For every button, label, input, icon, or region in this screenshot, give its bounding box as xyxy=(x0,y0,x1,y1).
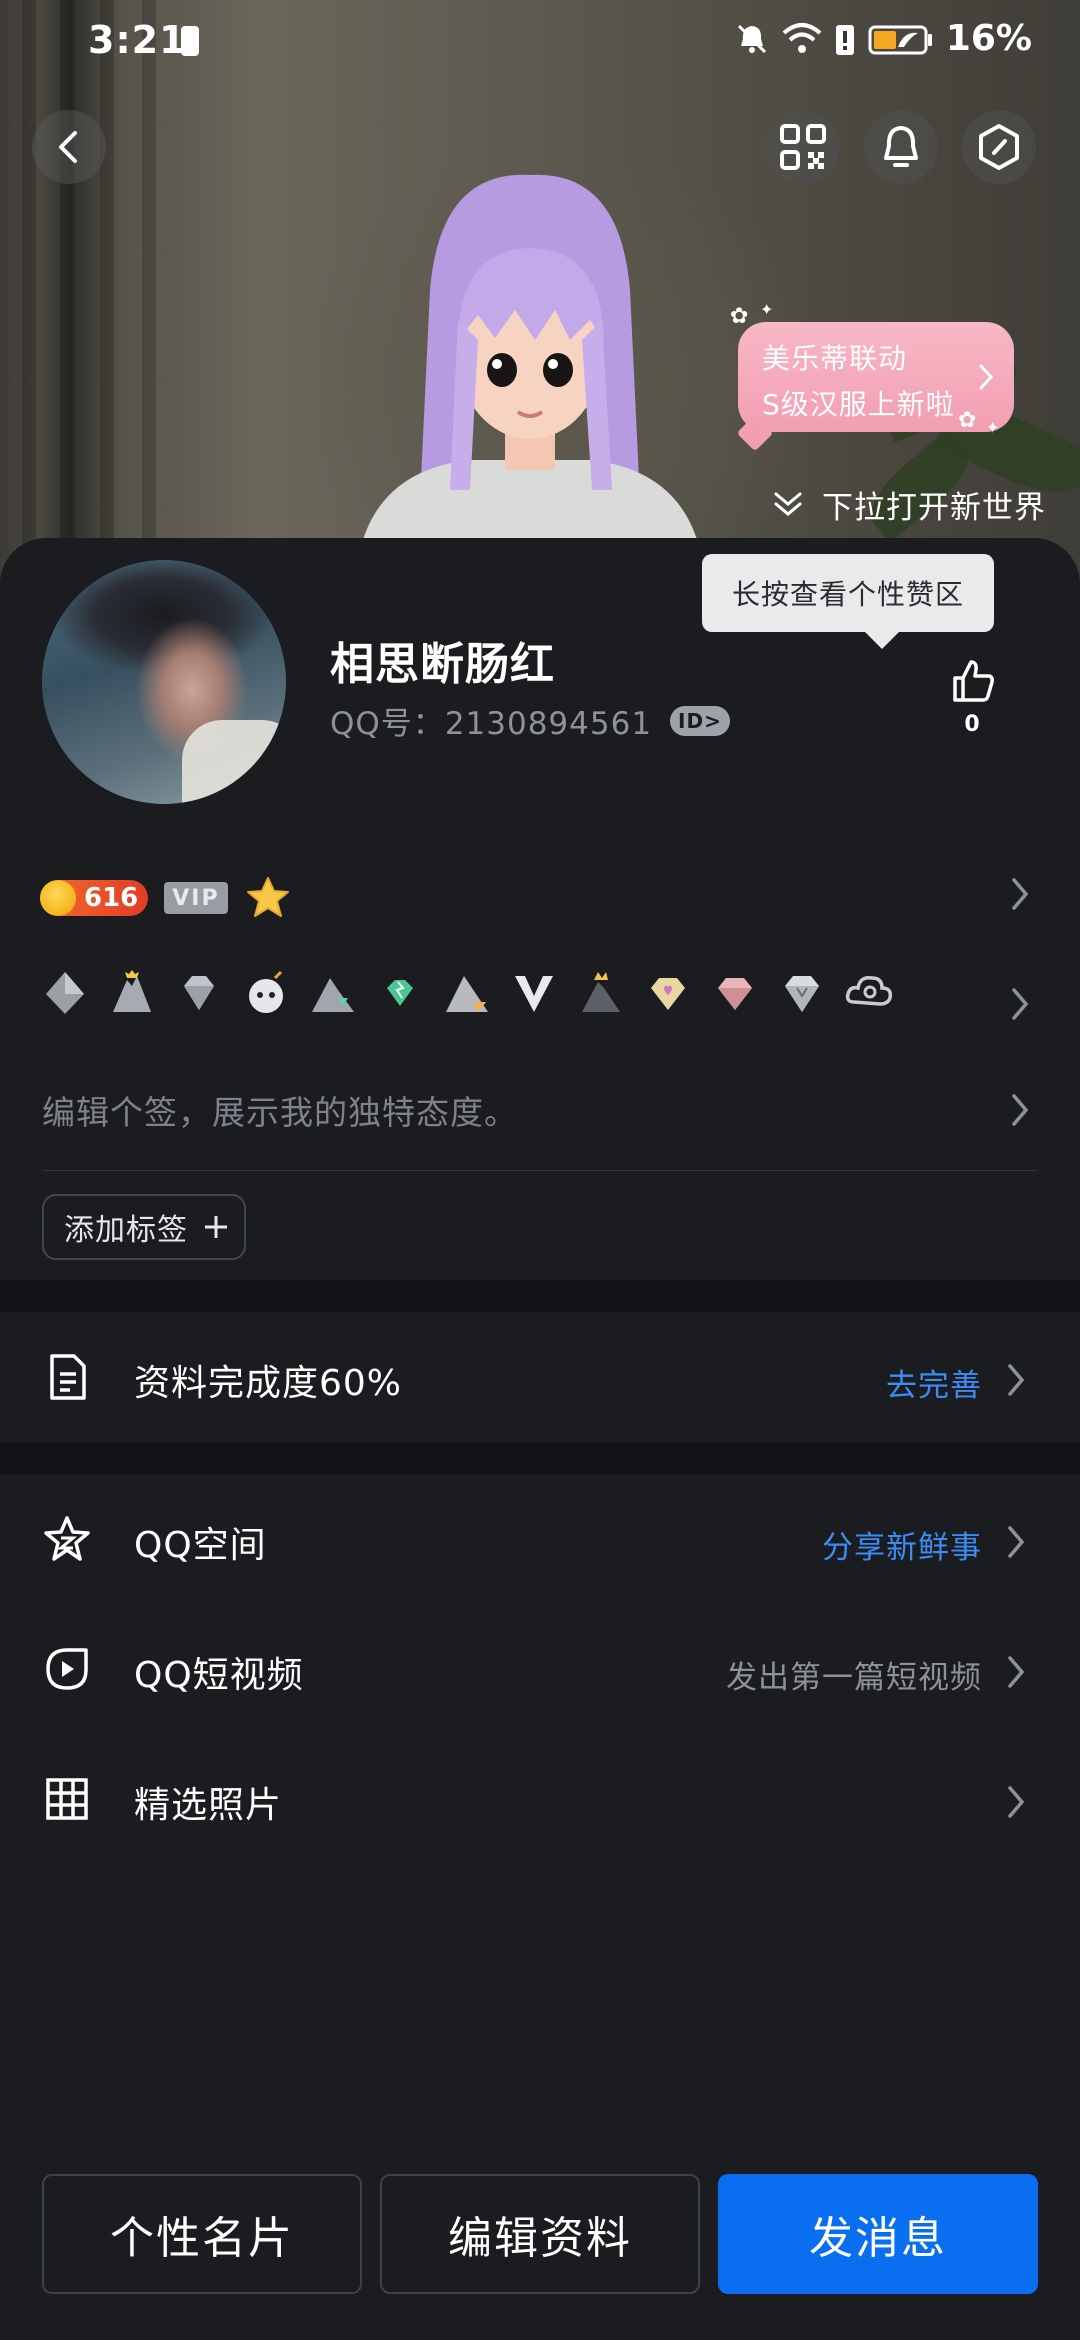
profile-screen: 3:21 16% 美乐蒂联动 S级汉服上新啦 ✿ ✦ ✿ ✦ 下拉打开新世界 相… xyxy=(0,0,1080,2340)
chevron-right-icon[interactable] xyxy=(1008,874,1032,914)
v-badge-icon xyxy=(515,976,553,1012)
level-value: 616 xyxy=(84,883,139,913)
sparkle-icon: ✿ xyxy=(730,304,749,329)
status-time: 3:21 xyxy=(88,18,187,62)
double-chevron-down-icon xyxy=(774,492,802,516)
tooltip-tail xyxy=(865,615,899,649)
silver-diamond-icon xyxy=(785,976,819,1012)
document-icon xyxy=(50,1354,86,1400)
battery-alert-icon xyxy=(181,26,199,56)
green-gem-icon xyxy=(387,980,413,1006)
menu-item-photos[interactable]: 精选照片 xyxy=(0,1734,1080,1864)
silver-crystal-icon xyxy=(46,972,84,1014)
profile-completion-row[interactable]: 资料完成度60% 去完善 xyxy=(0,1312,1080,1442)
achievement-icons[interactable] xyxy=(40,968,894,1018)
back-icon xyxy=(59,131,77,163)
section-separator xyxy=(0,1442,1080,1474)
profile-name: 相思断肠红 xyxy=(330,639,555,690)
notification-button[interactable] xyxy=(864,110,938,184)
vip-badge[interactable]: VIP xyxy=(164,882,228,914)
battery-percent: 16% xyxy=(945,18,1032,59)
curtain-stripe xyxy=(60,0,74,600)
bell-icon xyxy=(884,126,918,167)
menu-item-short-video[interactable]: QQ短视频 发出第一篇短视频 xyxy=(0,1604,1080,1734)
add-tag-label: 添加标签 xyxy=(64,1213,188,1248)
battery-icon xyxy=(868,25,932,54)
bomb-face-icon xyxy=(249,970,283,1013)
menu-label: 精选照片 xyxy=(134,1785,283,1826)
chevron-right-icon xyxy=(1008,1364,1025,1396)
qq-number: QQ号：2130894561 xyxy=(330,698,652,743)
more-settings-button[interactable] xyxy=(962,110,1036,184)
promo-bubble[interactable]: 美乐蒂联动 S级汉服上新啦 ✿ ✦ ✿ ✦ xyxy=(730,300,1014,452)
short-video-icon xyxy=(46,1648,88,1690)
like-tooltip: 长按查看个性赞区 xyxy=(702,554,994,649)
divider xyxy=(42,1170,1038,1171)
mute-bell-icon xyxy=(737,24,766,53)
mountain-silver-icon xyxy=(446,976,488,1012)
chevron-right-icon[interactable] xyxy=(1008,1090,1032,1130)
diamond-gray-icon xyxy=(184,976,214,1010)
like-button[interactable]: 0 xyxy=(944,656,1000,737)
edit-profile-button[interactable]: 编辑资料 xyxy=(380,2174,700,2294)
pink-diamond-icon xyxy=(718,978,752,1010)
menu-label: QQ空间 xyxy=(134,1525,267,1566)
level-badge[interactable]: 616 xyxy=(40,880,149,916)
back-button[interactable] xyxy=(32,110,106,184)
badge-row[interactable]: 616 VIP xyxy=(40,874,292,922)
plus-icon xyxy=(205,1216,227,1238)
hexagon-icon xyxy=(979,124,1019,170)
qq-number-value: 2130894561 xyxy=(444,706,653,742)
battery-warning-icon xyxy=(835,24,854,55)
menu-value: 分享新鲜事 xyxy=(822,1530,982,1566)
menu-label: QQ短视频 xyxy=(134,1655,304,1696)
curtain-stripe xyxy=(100,0,114,600)
add-tag-button[interactable]: 添加标签 xyxy=(42,1194,246,1260)
wifi-icon xyxy=(782,22,822,53)
sparkle-icon: ✦ xyxy=(986,418,1000,437)
avatar[interactable] xyxy=(42,560,286,804)
qq-number-row[interactable]: QQ号：2130894561 ID> xyxy=(330,698,730,743)
status-bar: 3:21 16% xyxy=(0,0,1080,86)
menu-value: 发出第一篇短视频 xyxy=(726,1660,982,1696)
like-count: 0 xyxy=(964,712,980,737)
hero-banner[interactable]: 3:21 16% 美乐蒂联动 S级汉服上新啦 ✿ ✦ ✿ ✦ 下拉打开新世界 xyxy=(0,0,1080,600)
sparkle-icon: ✿ xyxy=(958,408,977,433)
cloud-icon xyxy=(845,975,893,1006)
completion-label: 资料完成度60% xyxy=(134,1363,403,1404)
chevron-right-icon[interactable] xyxy=(1008,984,1032,1024)
chevron-right-icon xyxy=(1008,1526,1025,1558)
pull-down-text: 下拉打开新世界 xyxy=(822,490,1046,526)
mountain-crown-icon xyxy=(113,970,151,1012)
dark-mountain-crown-icon xyxy=(582,972,620,1012)
zplan-avatar[interactable] xyxy=(320,170,740,600)
qr-code-button[interactable] xyxy=(766,110,840,184)
menu-item-qzone[interactable]: QQ空间 分享新鲜事 xyxy=(0,1474,1080,1604)
chevron-right-icon xyxy=(1008,1786,1025,1818)
coin-icon xyxy=(40,880,76,916)
tooltip-text: 长按查看个性赞区 xyxy=(731,578,964,611)
curtain-stripe xyxy=(142,0,156,600)
chevron-right-icon xyxy=(979,364,994,390)
avatar-shoulder xyxy=(182,720,286,804)
profile-card-button[interactable]: 个性名片 xyxy=(42,2174,362,2294)
completion-action[interactable]: 去完善 xyxy=(886,1360,982,1405)
qr-code-icon xyxy=(780,124,826,170)
send-message-button[interactable]: 发消息 xyxy=(718,2174,1038,2294)
signature-field[interactable]: 编辑个签，展示我的独特态度。 xyxy=(42,1086,518,1134)
star-badge-icon[interactable] xyxy=(244,874,292,922)
thumbs-up-icon xyxy=(953,660,994,702)
gold-heart-diamond-icon xyxy=(651,978,685,1010)
chevron-right-icon xyxy=(1008,1656,1025,1688)
qzone-star-icon xyxy=(44,1516,90,1561)
qq-number-label: QQ号： xyxy=(330,706,445,742)
photo-grid-icon xyxy=(46,1778,88,1820)
section-separator xyxy=(0,1280,1080,1312)
sparkle-icon: ✦ xyxy=(760,300,774,319)
pull-down-hint[interactable]: 下拉打开新世界 xyxy=(770,482,1046,527)
id-badge[interactable]: ID> xyxy=(670,705,730,736)
mountain-gem-icon xyxy=(312,978,354,1012)
status-icons: 16% xyxy=(734,18,1032,59)
curtain-stripe xyxy=(22,0,36,600)
